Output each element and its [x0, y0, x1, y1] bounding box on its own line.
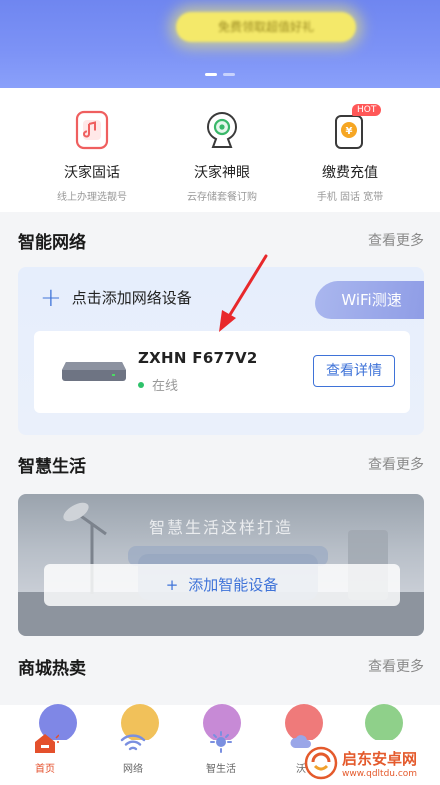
- tab-smart-life[interactable]: 智生活: [191, 730, 251, 775]
- watermark-logo: [304, 746, 338, 780]
- camera-icon: [204, 110, 240, 150]
- banner-dot: [223, 73, 235, 76]
- service-payment[interactable]: ¥ HOT 缴费充值 手机 固话 宽带: [280, 104, 420, 203]
- view-details-button[interactable]: 查看详情: [313, 355, 395, 387]
- smart-life-slogan: 智慧生活这样打造: [148, 518, 293, 537]
- service-title: 沃家固话: [64, 165, 120, 181]
- service-camera[interactable]: 沃家神眼 云存储套餐订购: [152, 110, 292, 203]
- promo-banner[interactable]: 免费领取超值好礼: [0, 0, 440, 88]
- add-smart-device-button[interactable]: + 添加智能设备: [44, 564, 400, 606]
- tab-network[interactable]: 网络: [103, 730, 163, 775]
- banner-dot-active: [205, 73, 217, 76]
- section-title-network: 智能网络: [18, 233, 86, 253]
- network-card: + 点击添加网络设备 WiFi测速 ZXHN F677V2 在线 查看详情: [18, 267, 424, 435]
- add-network-label: 点击添加网络设备: [71, 289, 192, 307]
- plus-icon: +: [165, 576, 179, 594]
- quick-services: 沃家固话 线上办理选靓号 沃家神眼 云存储套餐订购 ¥ HOT 缴费充值 手机 …: [0, 88, 440, 212]
- add-smart-label: 添加智能设备: [188, 576, 279, 594]
- wifi-test-label: WiFi测速: [341, 291, 402, 309]
- device-status-label: 在线: [152, 379, 179, 394]
- device-status: 在线: [138, 375, 178, 394]
- online-status-dot: [138, 381, 144, 388]
- banner-promo-pill[interactable]: 免费领取超值好礼: [176, 12, 356, 42]
- service-subtitle: 手机 固话 宽带: [316, 192, 384, 203]
- service-landline[interactable]: 沃家固话 线上办理选靓号: [22, 110, 162, 203]
- payment-icon: ¥ HOT: [332, 104, 382, 150]
- network-more-link[interactable]: 查看更多: [368, 230, 424, 250]
- home-icon: [31, 730, 60, 756]
- smart-life-card: 智慧生活这样打造 + 添加智能设备: [18, 494, 424, 636]
- device-card[interactable]: ZXHN F677V2 在线 查看详情: [34, 331, 410, 413]
- section-title-life: 智慧生活: [18, 457, 86, 477]
- svg-text:¥: ¥: [346, 126, 353, 137]
- watermark-text: 启东安卓网 www.qdltdu.com: [342, 748, 417, 779]
- add-network-device-button[interactable]: + 点击添加网络设备: [40, 282, 192, 313]
- wifi-speed-test-button[interactable]: WiFi测速: [312, 281, 424, 319]
- section-title-mall: 商城热卖: [18, 659, 86, 679]
- watermark-title: 启东安卓网: [342, 749, 418, 768]
- tab-label: 首页: [35, 764, 55, 775]
- tab-label: 网络: [123, 764, 143, 775]
- product-thumb[interactable]: [365, 704, 403, 740]
- life-more-link[interactable]: 查看更多: [368, 454, 424, 474]
- tab-home[interactable]: 首页: [15, 730, 75, 775]
- plus-icon: +: [40, 282, 62, 313]
- service-title: 缴费充值: [322, 165, 378, 181]
- banner-pagination: [0, 73, 440, 76]
- smart-life-icon: [207, 730, 235, 756]
- device-name: ZXHN F677V2: [138, 349, 258, 367]
- service-subtitle: 云存储套餐订购: [187, 192, 257, 203]
- mall-more-link[interactable]: 查看更多: [368, 656, 424, 676]
- hot-badge: HOT: [352, 104, 382, 116]
- watermark-url: www.qdltdu.com: [342, 768, 418, 779]
- wifi-icon: [119, 730, 147, 756]
- tab-label: 智生活: [206, 764, 236, 775]
- router-icon: [60, 359, 128, 383]
- service-subtitle: 线上办理选靓号: [57, 192, 127, 203]
- site-watermark: 启东安卓网 www.qdltdu.com: [304, 744, 436, 782]
- service-title: 沃家神眼: [194, 165, 250, 181]
- landline-icon: [74, 110, 110, 150]
